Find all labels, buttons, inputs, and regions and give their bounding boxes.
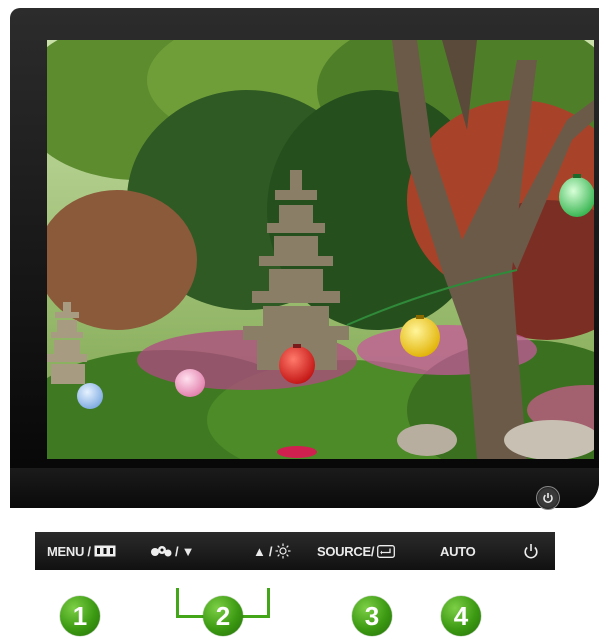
brightness-up-button[interactable]: ▲ /: [253, 532, 291, 570]
menu-grid-icon: [94, 545, 116, 557]
auto-label: AUTO: [440, 543, 476, 559]
power-icon: [524, 543, 538, 558]
monitor-bottom-bezel: [10, 468, 599, 508]
magic-bright-icon: [151, 546, 172, 557]
callout-marker-3: 3: [352, 596, 392, 636]
monitor-frame: [10, 8, 599, 508]
monitor-power-led[interactable]: [536, 486, 560, 510]
brightness-sun-icon: [275, 543, 291, 559]
garden-scene-image: [47, 40, 594, 459]
enter-icon: [377, 544, 396, 558]
source-button[interactable]: SOURCE/: [317, 532, 396, 570]
power-icon: [543, 493, 553, 504]
callout-marker-1: 1: [60, 596, 100, 636]
source-label: SOURCE/: [317, 543, 375, 559]
auto-button[interactable]: AUTO: [440, 532, 476, 570]
monitor-screen: [47, 40, 594, 459]
down-arrow-label: / ▼: [175, 543, 195, 559]
menu-button[interactable]: MENU /: [47, 532, 116, 570]
magic-bright-down-button[interactable]: / ▼: [150, 532, 195, 570]
menu-label: MENU /: [47, 543, 91, 559]
callout-marker-2: 2: [203, 596, 243, 636]
power-button[interactable]: [523, 532, 539, 570]
callout-marker-4: 4: [441, 596, 481, 636]
up-arrow-label: ▲ /: [253, 543, 273, 559]
monitor-control-bar: MENU / / ▼ ▲ / SOURCE/ AUTO: [35, 532, 555, 570]
